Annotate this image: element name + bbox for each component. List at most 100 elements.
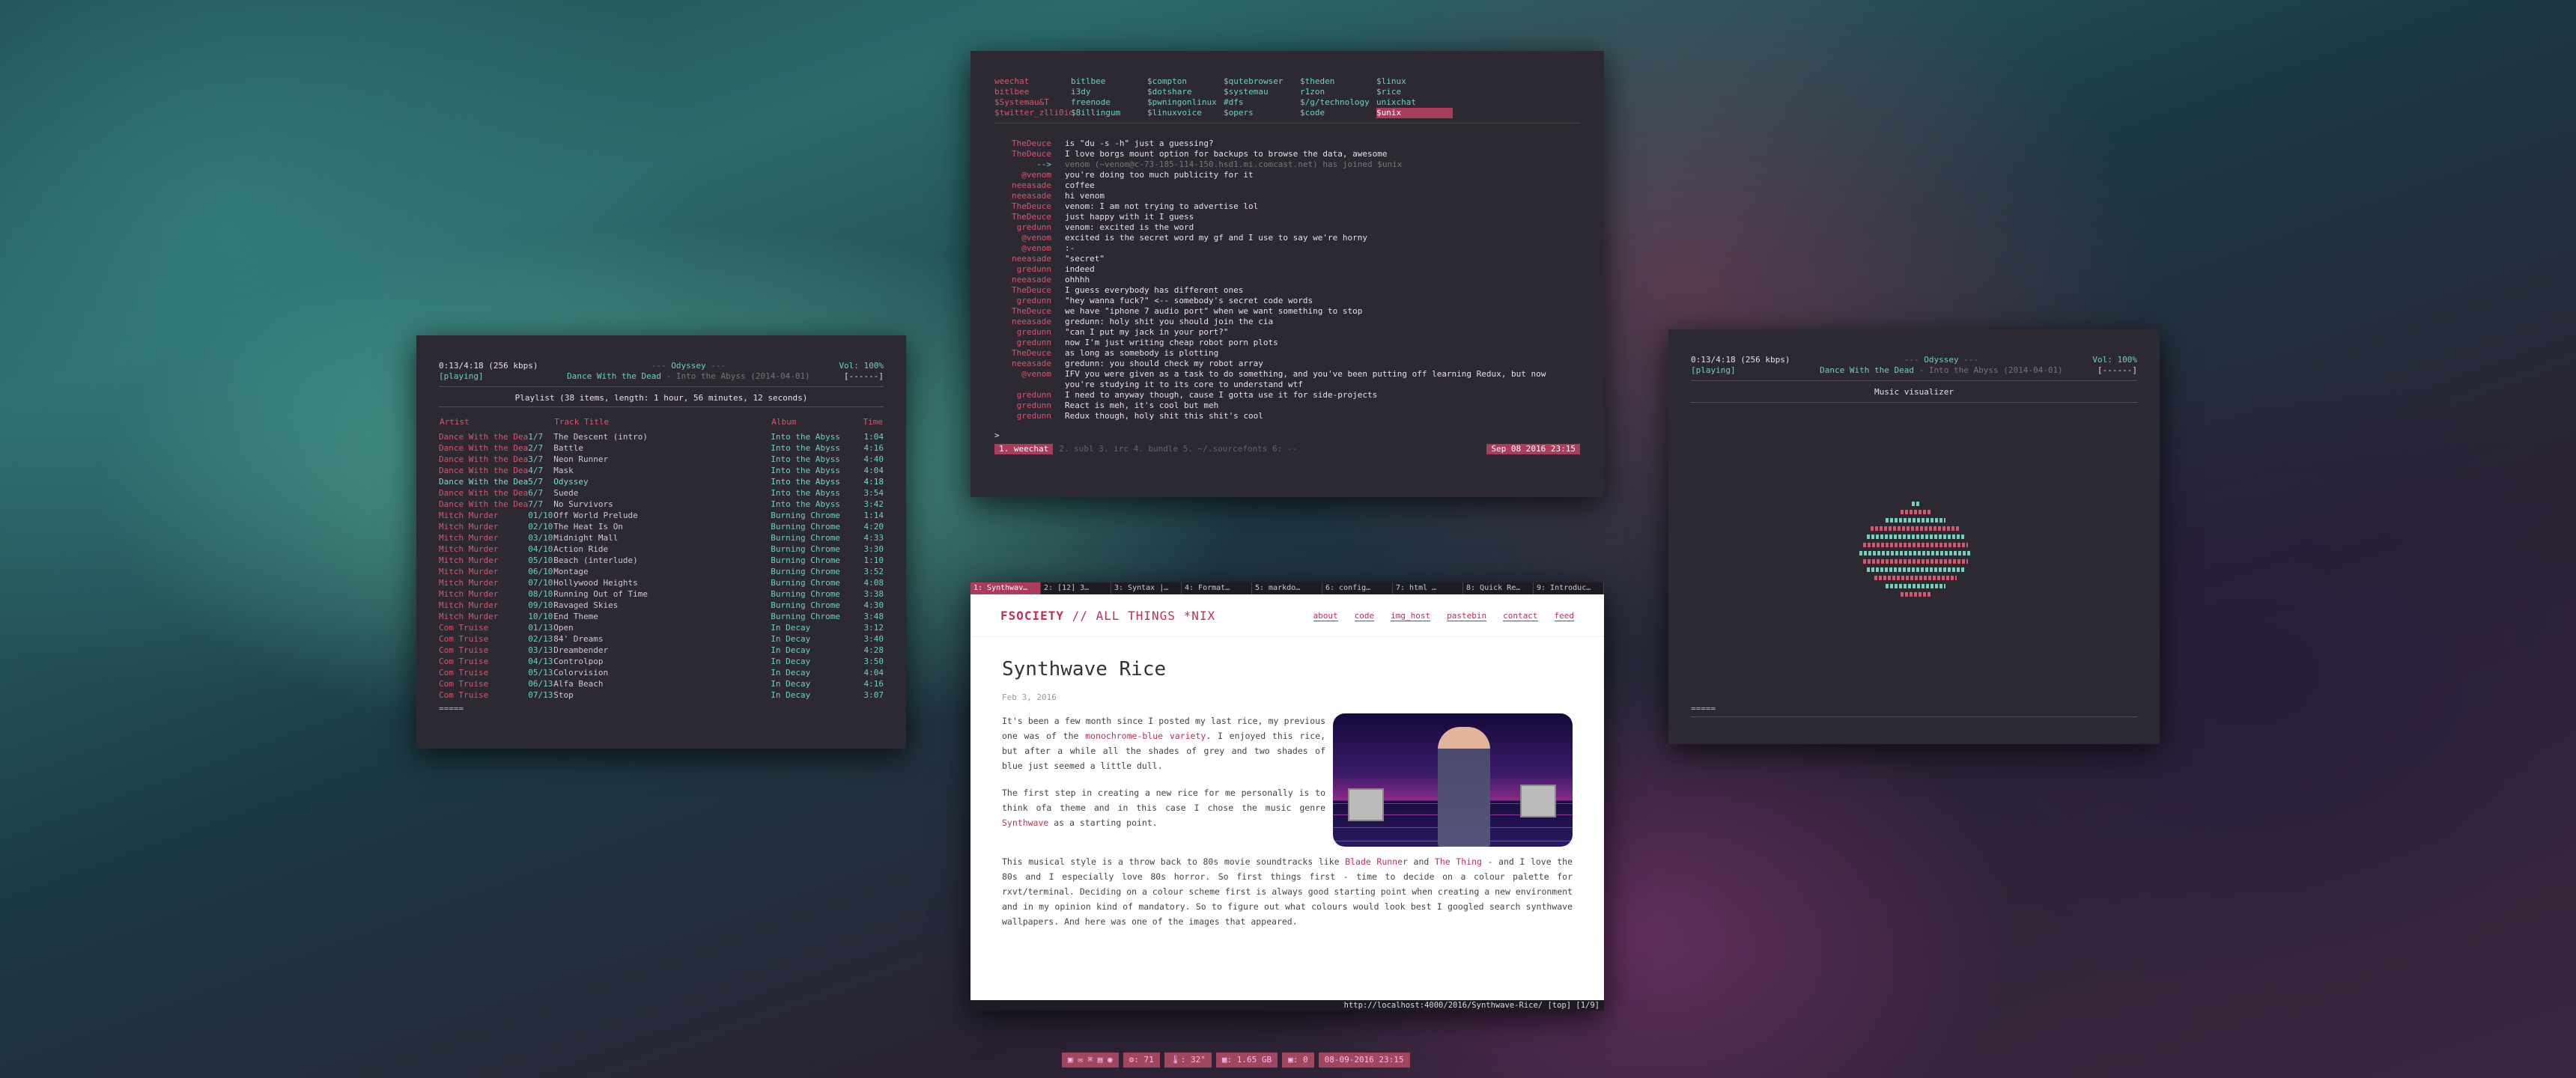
link-synthwave[interactable]: Synthwave: [1002, 817, 1048, 828]
nav-link-img-host[interactable]: img_host: [1391, 611, 1431, 621]
status-active-buffer[interactable]: 1. weechat: [994, 444, 1054, 454]
buffer-item[interactable]: r1zon: [1300, 87, 1376, 97]
status-other-buffers: 2. subl 3. irc 4. bundle 5. ~/.sourcefon…: [1059, 444, 1298, 454]
weechat-window[interactable]: weechat bitlbee $compton $qutebrowser $thede…: [970, 51, 1604, 497]
ncmpcpp-playlist-window[interactable]: 0:13/4:18 (256 kbps) [playing] --- Odyss…: [416, 335, 906, 749]
playlist-row[interactable]: Mitch Murder 10/10 End Theme Burning Chrome…: [439, 611, 884, 622]
computer-icon: [1348, 788, 1384, 821]
buffer-item[interactable]: $systemau: [1224, 87, 1300, 97]
buffer-item[interactable]: unixchat: [1376, 97, 1453, 108]
status-time: Sep 08 2016 23:15: [1486, 444, 1580, 454]
row-artist: Com Truise: [439, 656, 489, 666]
playlist-row[interactable]: Mitch Murder 01/10 Off World Prelude Burnin…: [439, 510, 884, 521]
playlist-row[interactable]: Mitch Murder 09/10 Ravaged Skies Burning Ch…: [439, 600, 884, 611]
nav-link-code[interactable]: code: [1354, 611, 1375, 621]
player-state: [playing]: [439, 371, 484, 381]
buffer-item[interactable]: $code: [1300, 108, 1376, 118]
nav-link-pastebin[interactable]: pastebin: [1447, 611, 1487, 621]
playlist-row[interactable]: Com Truise 02/13 84' Dreams In Decay 3:40: [439, 633, 884, 645]
buffer-item[interactable]: $rice: [1376, 87, 1453, 97]
buffer-item[interactable]: $qutebrowser: [1224, 76, 1300, 87]
buffer-item[interactable]: $theden: [1300, 76, 1376, 87]
buffer-item[interactable]: $linuxvoice: [1147, 108, 1224, 118]
browser-tab[interactable]: 1: Synthwav…: [970, 582, 1041, 594]
playlist-row[interactable]: Com Truise 07/13 Stop In Decay 3:07: [439, 689, 884, 701]
playlist-row[interactable]: Dance With the Dea 4/7 Mask Into the Abyss 4…: [439, 465, 884, 476]
code-icon[interactable]: ⌘: [1088, 1055, 1093, 1065]
progress-bar[interactable]: =====: [439, 704, 884, 714]
row-track-title: Dreambender: [553, 645, 609, 655]
buffer-item[interactable]: $unix: [1376, 108, 1453, 118]
buffer-item[interactable]: bitlbee: [994, 87, 1071, 97]
workspace-icons[interactable]: ▣ ✉ ⌘ ▤ ◉: [1062, 1053, 1119, 1068]
buffer-item[interactable]: $dotshare: [1147, 87, 1224, 97]
playlist-row[interactable]: Mitch Murder 06/10 Montage Burning Chrome 3:…: [439, 566, 884, 577]
qutebrowser-window[interactable]: 1: Synthwav… 2: [12] 3… 3: Syntax |… 4: For…: [970, 582, 1604, 1011]
link-the-thing[interactable]: The Thing: [1435, 856, 1482, 867]
row-track-number: 02/13: [528, 633, 553, 644]
playlist-row[interactable]: Mitch Murder 04/10 Action Ride Burning Chro…: [439, 543, 884, 555]
playlist-row[interactable]: Com Truise 01/13 Open In Decay 3:12: [439, 622, 884, 633]
buffer-item[interactable]: i3dy: [1071, 87, 1147, 97]
browser-tab[interactable]: 3: Syntax |…: [1111, 582, 1182, 594]
browser-tab[interactable]: 8: Quick Re…: [1463, 582, 1534, 594]
playlist-row[interactable]: Mitch Murder 05/10 Beach (interlude) Burnin…: [439, 555, 884, 566]
row-track-number: 05/10: [528, 555, 553, 565]
buffer-item[interactable]: $pwningonlinux: [1147, 97, 1224, 108]
viz-progress-bar[interactable]: =====: [1691, 704, 1716, 714]
link-monochrome[interactable]: monochrome-blue variety: [1085, 731, 1206, 741]
row-artist: Mitch Murder: [439, 577, 499, 588]
chat-nick: TheDeuce: [1012, 201, 1051, 211]
playlist-row[interactable]: Dance With the Dea 6/7 Suede Into the Abyss…: [439, 487, 884, 499]
playlist-row[interactable]: Dance With the Dea 3/7 Neon Runner Into the…: [439, 454, 884, 465]
buffer-item[interactable]: freenode: [1071, 97, 1147, 108]
buffer-item[interactable]: #dfs: [1224, 97, 1300, 108]
browser-tab[interactable]: 7: html …: [1393, 582, 1463, 594]
playlist-row[interactable]: Com Truise 05/13 Colorvision In Decay 4:04: [439, 667, 884, 678]
buffer-item[interactable]: $Systemau&T: [994, 97, 1071, 108]
playlist-row[interactable]: Com Truise 06/13 Alfa Beach In Decay 4:16: [439, 678, 884, 689]
nav-link-contact[interactable]: contact: [1503, 611, 1538, 621]
row-track-title: Mask: [553, 465, 574, 475]
playlist-row[interactable]: Com Truise 04/13 Controlpop In Decay 3:50: [439, 656, 884, 667]
buffer-item[interactable]: bitlbee: [1071, 76, 1147, 87]
nav-link-about[interactable]: about: [1313, 611, 1338, 621]
link-blade-runner[interactable]: Blade Runner: [1345, 856, 1408, 867]
row-track-number: 5/7: [528, 476, 544, 487]
buffer-item[interactable]: $compton: [1147, 76, 1224, 87]
buffer-item[interactable]: $opers: [1224, 108, 1300, 118]
playlist-row[interactable]: Dance With the Dea 7/7 No Survivors Into th…: [439, 499, 884, 510]
buffer-item[interactable]: $8illingum: [1071, 108, 1147, 118]
buffer-item[interactable]: weechat: [994, 76, 1071, 87]
playlist-row[interactable]: Mitch Murder 03/10 Midnight Mall Burning Ch…: [439, 532, 884, 543]
playlist-row[interactable]: Dance With the Dea 2/7 Battle Into the Abys…: [439, 442, 884, 454]
buffer-item[interactable]: $twitter_zlli0id: [994, 108, 1071, 118]
playlist-row[interactable]: Com Truise 03/13 Dreambender In Decay 4:28: [439, 645, 884, 656]
browser-tab[interactable]: 9: Introduc…: [1534, 582, 1604, 594]
visualizer-bar: [1886, 518, 1945, 523]
site-logo[interactable]: FSOCIETY // ALL THINGS *NIX: [1000, 610, 1215, 622]
playlist-row[interactable]: Mitch Murder 08/10 Running Out of Time Burn…: [439, 588, 884, 600]
browser-tab[interactable]: 2: [12] 3…: [1041, 582, 1111, 594]
nav-link-feed[interactable]: feed: [1554, 611, 1574, 621]
terminal-icon[interactable]: ▣: [1068, 1055, 1073, 1065]
browser-tab[interactable]: 5: markdo…: [1252, 582, 1322, 594]
spectrum-visualizer: [1856, 502, 1975, 614]
buffer-item[interactable]: $linux: [1376, 76, 1453, 87]
ncmpcpp-visualizer-window[interactable]: 0:13/4:18 (256 kbps) [playing] --- Odyss…: [1668, 329, 2160, 744]
playlist-row[interactable]: Mitch Murder 07/10 Hollywood Heights Burnin…: [439, 577, 884, 588]
row-time: 3:38: [863, 588, 884, 599]
image-icon[interactable]: ▤: [1098, 1055, 1103, 1065]
playlist-row[interactable]: Dance With the Dea 1/7 The Descent (intro)…: [439, 431, 884, 442]
input-prompt[interactable]: >: [994, 430, 1580, 441]
row-artist: Mitch Murder: [439, 555, 499, 565]
buffer-item[interactable]: $/g/technology: [1300, 97, 1376, 108]
chat-message: coffee: [1065, 180, 1095, 190]
browser-tab[interactable]: 4: Format…: [1182, 582, 1252, 594]
playlist-row[interactable]: Dance With the Dea 5/7 Odyssey Into the Aby…: [439, 476, 884, 487]
browser-tab[interactable]: 6: config…: [1322, 582, 1393, 594]
playlist-row[interactable]: Mitch Murder 02/10 The Heat Is On Burning C…: [439, 521, 884, 532]
browser-icon[interactable]: ◉: [1108, 1055, 1113, 1065]
chat-icon[interactable]: ✉: [1078, 1055, 1083, 1065]
row-time: 3:54: [863, 487, 884, 498]
